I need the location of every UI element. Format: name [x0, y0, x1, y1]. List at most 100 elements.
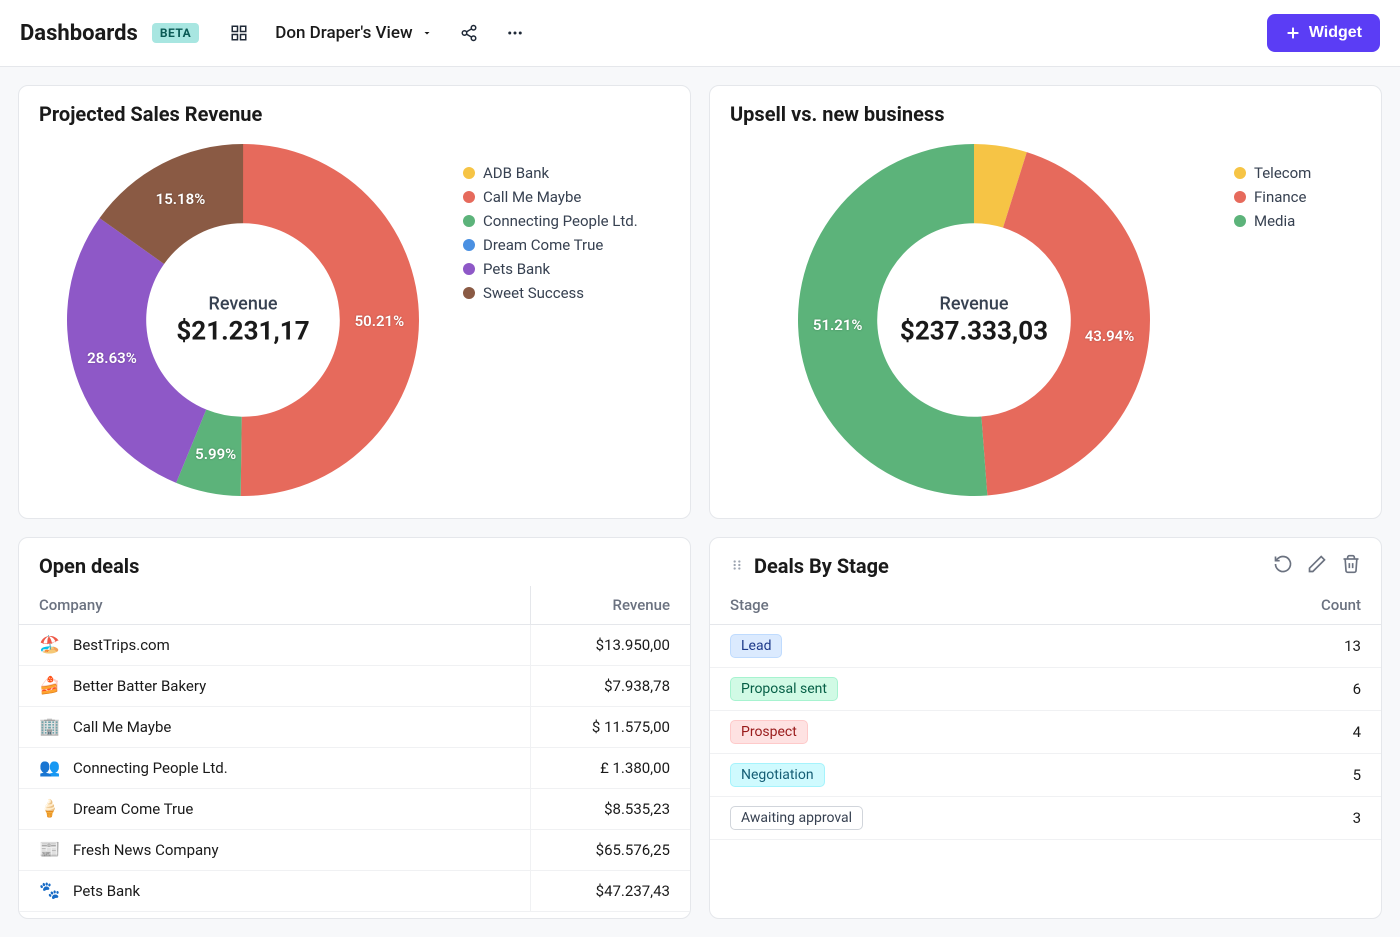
- donut-segment-label: 50.21%: [355, 312, 405, 330]
- company-icon: 👥: [39, 757, 61, 779]
- table-row[interactable]: Lead13: [710, 625, 1381, 668]
- table-row[interactable]: Awaiting approval 3: [710, 797, 1381, 840]
- legend-item[interactable]: Pets Bank: [463, 260, 638, 278]
- table-row[interactable]: Proposal sent 6: [710, 668, 1381, 711]
- trash-icon[interactable]: [1341, 554, 1361, 578]
- donut-center-label: Revenue: [176, 294, 309, 315]
- edit-icon[interactable]: [1307, 554, 1327, 578]
- legend-label: Media: [1254, 212, 1295, 230]
- table-row[interactable]: 🍦 Dream Come True $8.535,23: [19, 789, 690, 830]
- stage-count: 5: [1261, 754, 1381, 797]
- company-name: Dream Come True: [73, 800, 193, 818]
- legend-item[interactable]: Connecting People Ltd.: [463, 212, 638, 230]
- stage-count: 3: [1261, 797, 1381, 840]
- legend-dot-icon: [463, 263, 475, 275]
- revenue-value: $8.535,23: [530, 789, 690, 830]
- table-row[interactable]: Prospect4: [710, 711, 1381, 754]
- stage-pill: Negotiation: [730, 763, 825, 787]
- legend-projected: ADB Bank Call Me Maybe Connecting People L…: [463, 140, 638, 308]
- col-count: Count: [1261, 586, 1381, 625]
- card-open-deals: Open deals Company Revenue 🏖️ BestTrips.c…: [18, 537, 691, 919]
- legend-dot-icon: [463, 215, 475, 227]
- revenue-value: £ 1.380,00: [530, 748, 690, 789]
- view-selector[interactable]: Don Draper's View: [269, 19, 438, 47]
- company-name: BestTrips.com: [73, 636, 170, 654]
- plus-icon: [1285, 25, 1301, 41]
- company-name: Better Batter Bakery: [73, 677, 206, 695]
- col-company: Company: [19, 586, 530, 625]
- donut-segment-label: 28.63%: [87, 349, 137, 367]
- undo-icon[interactable]: [1273, 554, 1293, 578]
- add-widget-button[interactable]: Widget: [1267, 14, 1380, 52]
- chevron-down-icon: [421, 27, 433, 39]
- stage-count: 13: [1261, 625, 1381, 668]
- legend-item[interactable]: Call Me Maybe: [463, 188, 638, 206]
- legend-dot-icon: [1234, 191, 1246, 203]
- beta-badge: BETA: [152, 23, 199, 43]
- donut-chart-projected: 50.21% 5.99% 28.63% 15.18% Revenue$21.231,17: [33, 140, 453, 500]
- revenue-value: $7.938,78: [530, 666, 690, 707]
- donut-center-value: $237.333,03: [900, 317, 1048, 347]
- legend-label: Dream Come True: [483, 236, 603, 254]
- legend-item[interactable]: Sweet Success: [463, 284, 638, 302]
- legend-label: ADB Bank: [483, 164, 549, 182]
- legend-dot-icon: [1234, 215, 1246, 227]
- table-row[interactable]: Negotiation 5: [710, 754, 1381, 797]
- share-icon[interactable]: [453, 17, 485, 49]
- donut-center-label: Revenue: [900, 294, 1048, 315]
- table-row[interactable]: 👥Connecting People Ltd.£ 1.380,00: [19, 748, 690, 789]
- card-deals-by-stage: Deals By Stage Stage Count Lead13Proposa…: [709, 537, 1382, 919]
- donut-center-value: $21.231,17: [176, 317, 309, 347]
- legend-dot-icon: [1234, 167, 1246, 179]
- legend-label: Finance: [1254, 188, 1306, 206]
- company-icon: 🍰: [39, 675, 61, 697]
- donut-segment-label: 15.18%: [156, 190, 206, 208]
- legend-label: Telecom: [1254, 164, 1311, 182]
- legend-item[interactable]: Media: [1234, 212, 1311, 230]
- company-icon: 🏖️: [39, 634, 61, 656]
- legend-dot-icon: [463, 167, 475, 179]
- legend-item[interactable]: Finance: [1234, 188, 1311, 206]
- revenue-value: $65.576,25: [530, 830, 690, 871]
- revenue-value: $ 11.575,00: [530, 707, 690, 748]
- legend-label: Pets Bank: [483, 260, 550, 278]
- company-name: Pets Bank: [73, 882, 140, 900]
- page-title: Dashboards: [20, 21, 138, 46]
- donut-segment-label: 5.99%: [195, 445, 236, 463]
- company-icon: 📰: [39, 839, 61, 861]
- legend-dot-icon: [463, 239, 475, 251]
- table-row[interactable]: 📰Fresh News Company$65.576,25: [19, 830, 690, 871]
- table-row[interactable]: 🐾Pets Bank$47.237,43: [19, 871, 690, 912]
- card-title: Projected Sales Revenue: [39, 102, 262, 126]
- legend-label: Call Me Maybe: [483, 188, 581, 206]
- table-row[interactable]: 🏖️ BestTrips.com $13.950,00: [19, 625, 690, 666]
- card-upsell: Upsell vs. new business 43.94%51.21%Reve…: [709, 85, 1382, 519]
- company-name: Call Me Maybe: [73, 718, 171, 736]
- donut-segment-label: 51.21%: [813, 316, 863, 334]
- card-title: Open deals: [39, 554, 139, 578]
- donut-chart-upsell: 43.94% 51.21% Revenue$237.333,03: [724, 140, 1224, 500]
- card-projected-sales: Projected Sales Revenue 50.21% 5.99% 28.63…: [18, 85, 691, 519]
- legend-item[interactable]: Telecom: [1234, 164, 1311, 182]
- legend-dot-icon: [463, 287, 475, 299]
- legend-upsell: Telecom Finance Media: [1234, 140, 1311, 236]
- company-icon: 🐾: [39, 880, 61, 902]
- stage-count: 4: [1261, 711, 1381, 754]
- legend-label: Connecting People Ltd.: [483, 212, 638, 230]
- donut-segment-label: 43.94%: [1085, 327, 1135, 345]
- stage-pill: Awaiting approval: [730, 806, 863, 830]
- company-icon: 🏢: [39, 716, 61, 738]
- legend-item[interactable]: ADB Bank: [463, 164, 638, 182]
- grid-icon[interactable]: [223, 17, 255, 49]
- table-row[interactable]: 🍰 Better Batter Bakery $7.938,78: [19, 666, 690, 707]
- stage-count: 6: [1261, 668, 1381, 711]
- legend-item[interactable]: Dream Come True: [463, 236, 638, 254]
- col-revenue: Revenue: [530, 586, 690, 625]
- more-icon[interactable]: [499, 17, 531, 49]
- revenue-value: $13.950,00: [530, 625, 690, 666]
- table-row[interactable]: 🏢 Call Me Maybe $ 11.575,00: [19, 707, 690, 748]
- company-icon: 🍦: [39, 798, 61, 820]
- stage-pill: Proposal sent: [730, 677, 838, 701]
- drag-handle-icon[interactable]: [730, 557, 744, 576]
- open-deals-table: Company Revenue 🏖️ BestTrips.com $13.950,0…: [19, 586, 690, 912]
